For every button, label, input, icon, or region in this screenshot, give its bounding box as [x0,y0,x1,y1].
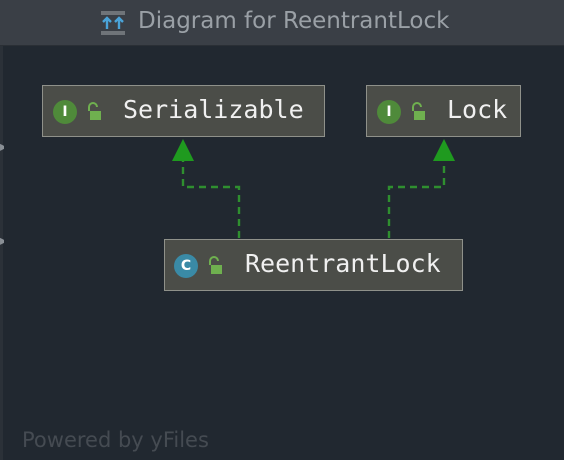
node-label: Serializable [123,95,304,124]
powered-by-label: Powered by yFiles [22,428,209,452]
edge-reentrantlock-serializable[interactable] [172,139,241,238]
class-icon: C [174,254,198,278]
interface-icon: I [377,100,401,124]
diagram-window: Diagram for ReentrantLock ▸ ▸ I Serializ… [0,0,564,460]
node-reentrantlock[interactable]: C ReentrantLock [164,239,463,291]
public-lock-icon [412,102,425,120]
edge-reentrantlock-lock[interactable] [387,139,455,238]
node-serializable[interactable]: I Serializable [42,85,325,137]
inheritance-arrowhead [433,139,455,161]
public-lock-icon [88,102,101,120]
diagram-edges [172,139,455,238]
public-lock-icon [209,256,222,274]
interface-icon: I [53,100,77,124]
node-lock[interactable]: I Lock [366,85,521,137]
inheritance-arrowhead [172,139,194,161]
node-label: Lock [447,95,508,124]
node-label: ReentrantLock [245,249,441,278]
